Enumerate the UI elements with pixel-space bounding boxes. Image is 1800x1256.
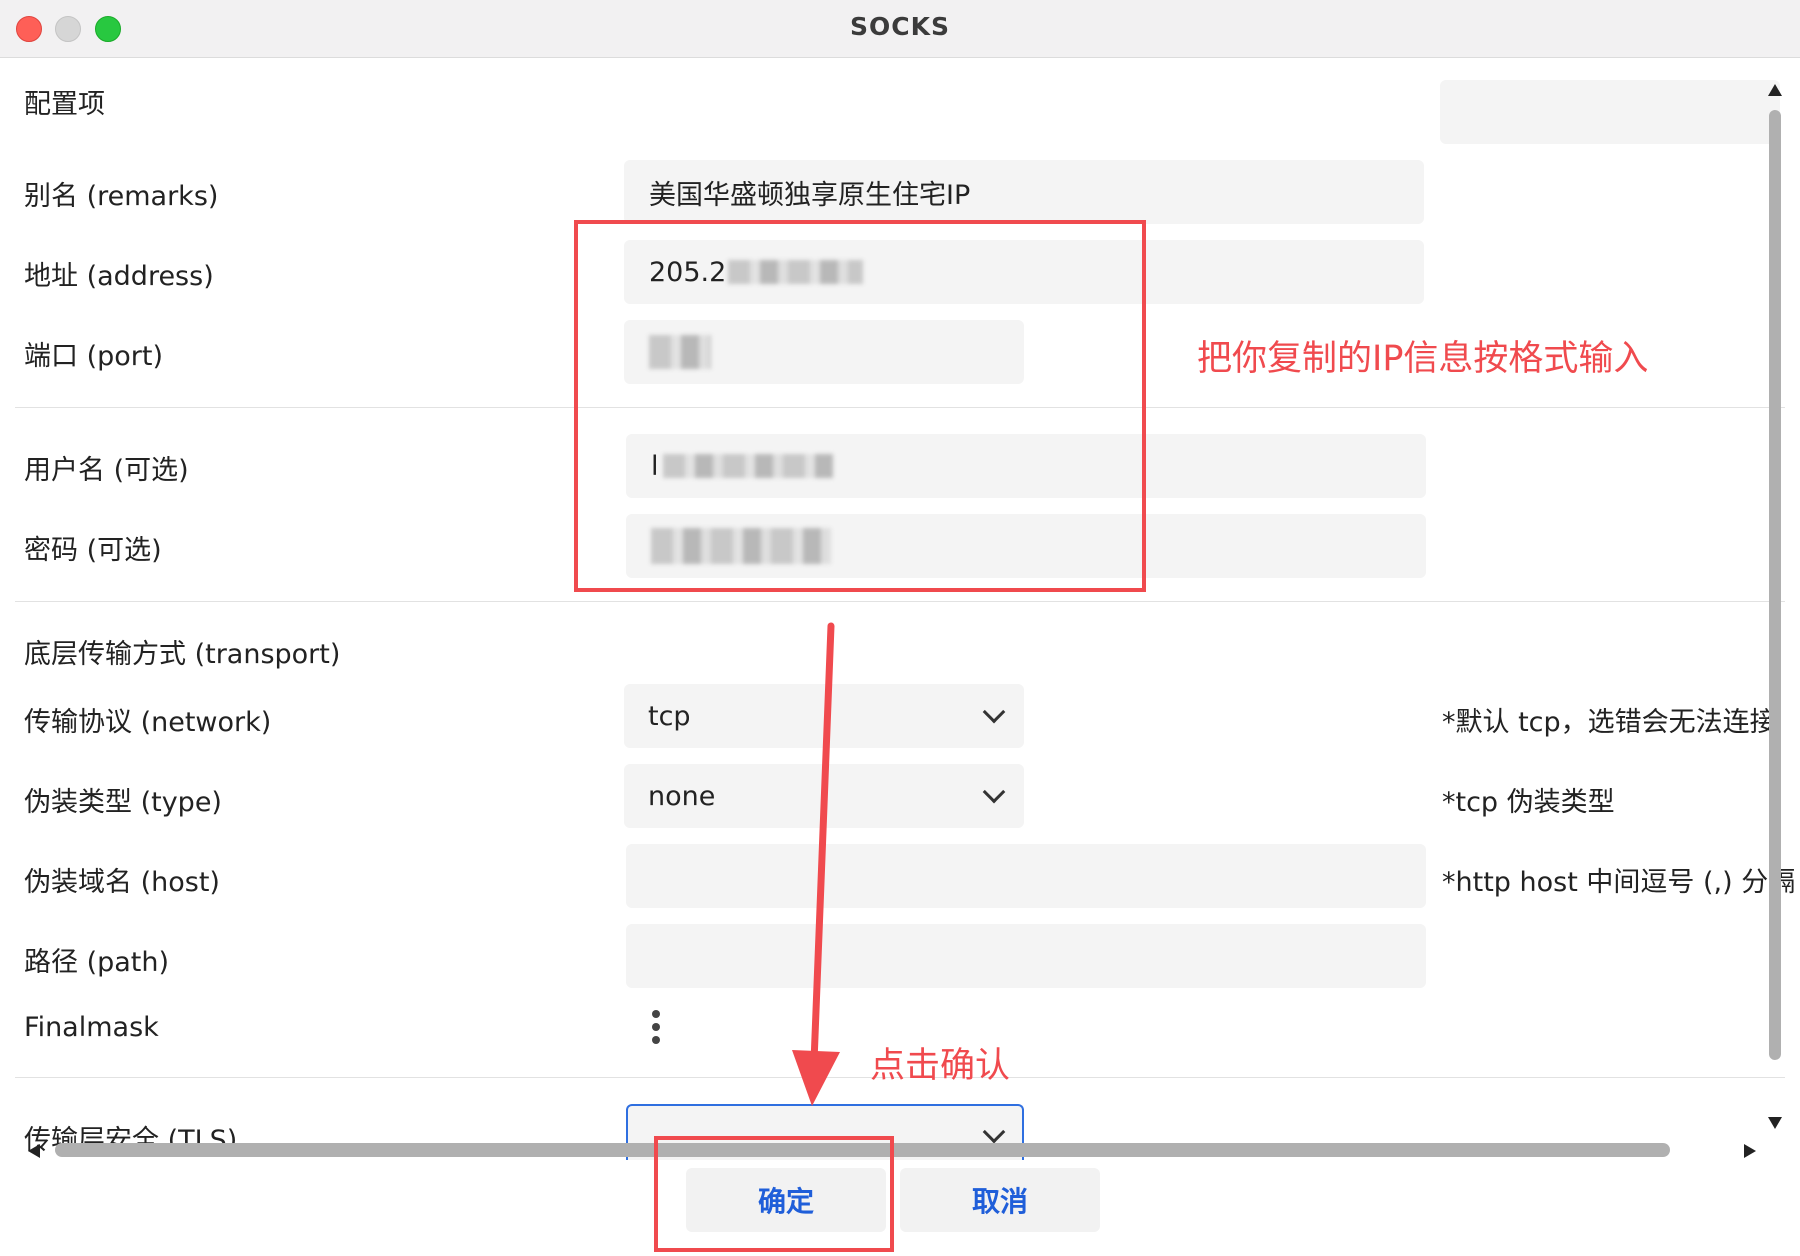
- socks-dialog: SOCKS 配置项 别名 (remarks) 美国华盛顿独享原生住宅IP 地址 …: [0, 0, 1800, 1256]
- annotation-confirm-box: [654, 1136, 894, 1252]
- annotation-click-confirm: 点击确认: [870, 1046, 1011, 1086]
